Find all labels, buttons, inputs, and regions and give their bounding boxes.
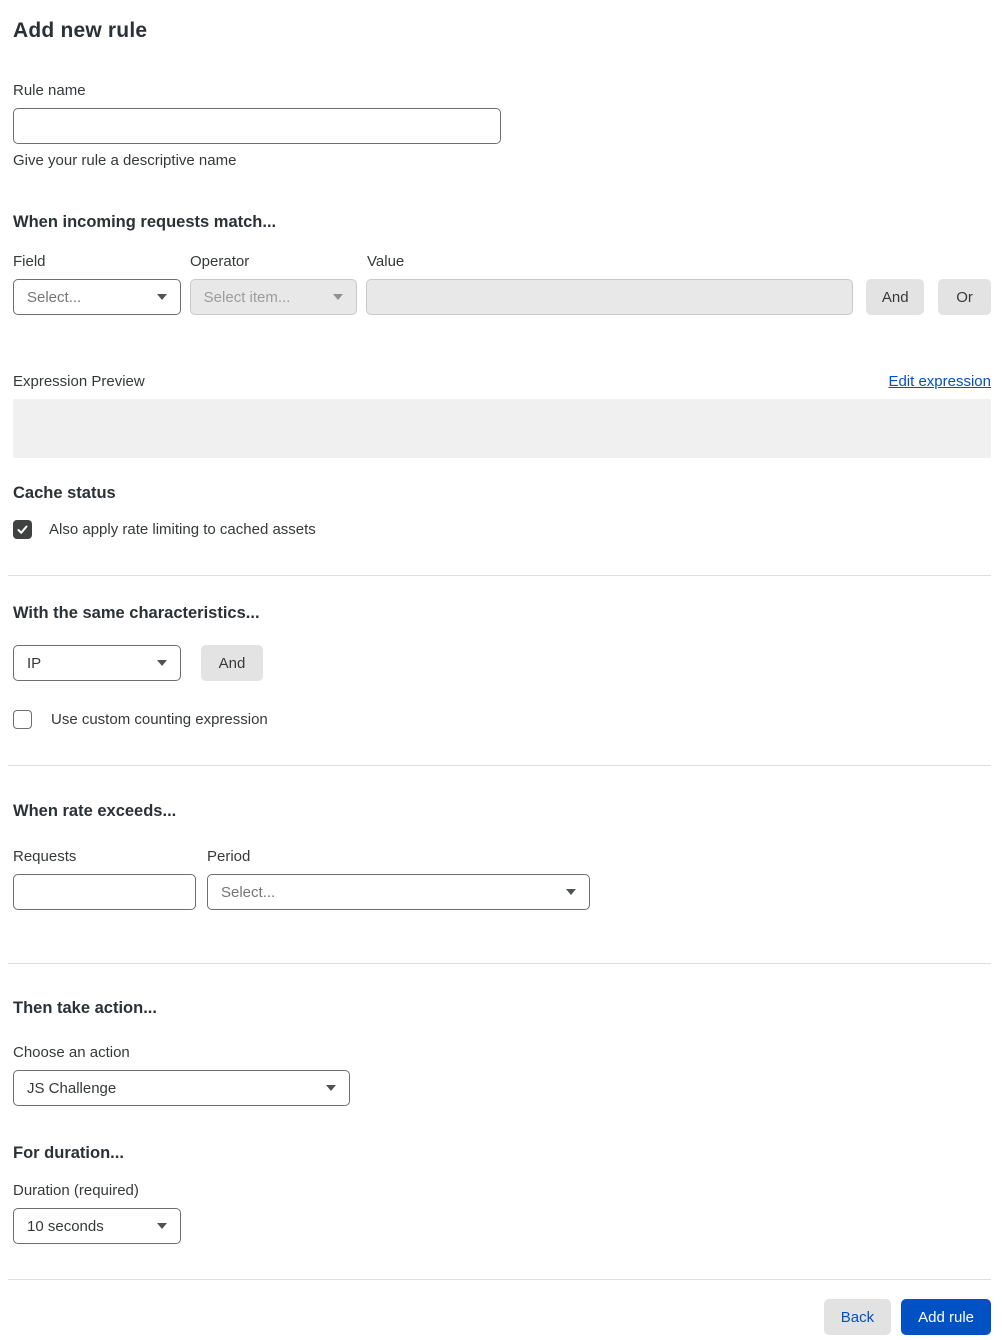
add-rule-button[interactable]: Add rule	[901, 1299, 991, 1335]
cached-assets-checkbox-label: Also apply rate limiting to cached asset…	[49, 521, 316, 538]
characteristics-select-value: IP	[27, 654, 42, 672]
value-input	[366, 279, 854, 315]
expression-preview-label: Expression Preview	[13, 373, 145, 390]
value-label: Value	[367, 253, 405, 270]
rule-name-input[interactable]	[13, 108, 501, 144]
duration-select-value: 10 seconds	[27, 1217, 104, 1235]
duration-label: Duration (required)	[13, 1182, 139, 1199]
add-rule-form: Add new rule Rule name Give your rule a …	[0, 0, 1002, 1335]
rate-labels-row: Requests Period	[13, 848, 991, 865]
expression-preview-box	[13, 399, 991, 458]
chevron-down-icon	[156, 294, 167, 300]
action-select-value: JS Challenge	[27, 1079, 117, 1097]
period-select-value: Select...	[221, 883, 276, 901]
characteristics-heading: With the same characteristics...	[13, 604, 260, 622]
requests-input[interactable]	[13, 874, 196, 910]
expression-header: Expression Preview Edit expression	[13, 373, 991, 390]
action-select[interactable]: JS Challenge	[13, 1070, 350, 1106]
chevron-down-icon	[326, 1085, 336, 1091]
counting-checkbox-row: Use custom counting expression	[13, 710, 991, 729]
action-heading: Then take action...	[13, 999, 157, 1017]
characteristics-controls-row: IP And	[13, 645, 991, 681]
chevron-down-icon	[157, 1223, 167, 1229]
cache-status-heading: Cache status	[13, 484, 116, 502]
match-section-heading: When incoming requests match...	[13, 213, 277, 231]
operator-select-value: Select item...	[203, 288, 291, 306]
footer-actions: Back Add rule	[13, 1299, 991, 1335]
page-title: Add new rule	[13, 19, 148, 42]
operator-label: Operator	[190, 253, 250, 270]
checkmark-icon	[17, 525, 28, 534]
field-label: Field	[13, 253, 46, 270]
chevron-down-icon	[333, 294, 344, 300]
period-label: Period	[207, 848, 251, 865]
back-button[interactable]: Back	[823, 1299, 892, 1335]
chevron-down-icon	[566, 889, 576, 895]
chevron-down-icon	[157, 660, 167, 666]
custom-counting-checkbox-label: Use custom counting expression	[51, 711, 268, 728]
match-controls-row: Select... Select item... And Or	[13, 279, 991, 315]
choose-action-label: Choose an action	[13, 1044, 130, 1061]
section-divider	[8, 963, 991, 964]
duration-select[interactable]: 10 seconds	[13, 1208, 181, 1244]
cache-checkbox-row: Also apply rate limiting to cached asset…	[13, 520, 991, 539]
section-divider	[8, 575, 991, 576]
section-divider	[8, 1279, 991, 1280]
match-labels-row: Field Operator Value	[13, 253, 991, 270]
rule-name-helper: Give your rule a descriptive name	[13, 152, 237, 169]
duration-heading: For duration...	[13, 1144, 124, 1162]
period-select[interactable]: Select...	[207, 874, 590, 910]
characteristics-and-button[interactable]: And	[201, 645, 263, 681]
and-button[interactable]: And	[866, 279, 925, 315]
field-select-value: Select...	[27, 288, 82, 306]
cached-assets-checkbox[interactable]	[13, 520, 32, 539]
operator-select: Select item...	[189, 279, 358, 315]
characteristics-select[interactable]: IP	[13, 645, 181, 681]
edit-expression-link[interactable]: Edit expression	[888, 373, 991, 390]
rate-controls-row: Select...	[13, 874, 991, 910]
custom-counting-checkbox[interactable]	[13, 710, 32, 729]
section-divider	[8, 765, 991, 766]
rule-name-label: Rule name	[13, 82, 86, 99]
field-select[interactable]: Select...	[13, 279, 181, 315]
or-button[interactable]: Or	[938, 279, 991, 315]
requests-label: Requests	[13, 848, 77, 865]
rate-heading: When rate exceeds...	[13, 802, 177, 820]
